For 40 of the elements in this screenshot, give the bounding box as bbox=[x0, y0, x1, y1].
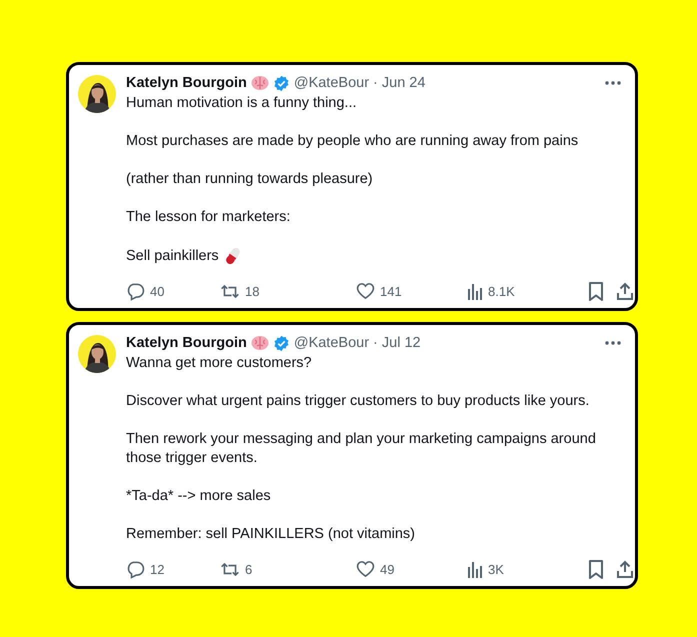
author-name[interactable]: Katelyn Bourgoin bbox=[126, 335, 247, 351]
tweet-text: Discover what urgent pains trigger customers to buy products like yours. bbox=[126, 392, 590, 411]
heart-icon[interactable] bbox=[356, 560, 375, 578]
tweet-text: (rather than running towards pleasure) bbox=[126, 170, 373, 189]
bar-chart-icon[interactable] bbox=[467, 282, 483, 300]
tweet-text: Human motivation is a funny thing... bbox=[126, 94, 357, 113]
separator: · bbox=[373, 75, 378, 91]
view-count: 8.1K bbox=[488, 284, 515, 298]
reply-icon[interactable] bbox=[126, 282, 145, 300]
tweet-text: Wanna get more customers? bbox=[126, 354, 312, 373]
repost-count: 6 bbox=[245, 562, 252, 576]
share-icon[interactable] bbox=[616, 560, 634, 578]
bar-chart-icon[interactable] bbox=[467, 560, 483, 578]
view-count: 3K bbox=[488, 562, 504, 576]
author-handle[interactable]: @KateBour bbox=[294, 75, 370, 91]
author-handle[interactable]: @KateBour bbox=[294, 335, 370, 351]
share-icon[interactable] bbox=[616, 282, 634, 300]
reply-count: 12 bbox=[150, 562, 164, 576]
repost-count: 18 bbox=[245, 284, 260, 298]
tweet-date[interactable]: Jun 24 bbox=[382, 75, 426, 91]
bookmark-icon[interactable] bbox=[588, 282, 604, 300]
reply-icon[interactable] bbox=[126, 560, 145, 578]
brain-icon bbox=[250, 335, 269, 351]
reply-count: 40 bbox=[150, 284, 164, 298]
like-count: 141 bbox=[380, 284, 402, 298]
more-options-icon[interactable] bbox=[605, 341, 621, 345]
tweet-text: Most purchases are made by people who are running away from pains bbox=[126, 132, 578, 151]
tweet-text: Then rework your messaging and plan your marketing campaigns around those trigger events. bbox=[126, 430, 597, 468]
tweet-text: The lesson for marketers: bbox=[126, 208, 290, 227]
tweet-text: Remember: sell PAINKILLERS (not vitamins) bbox=[126, 525, 416, 544]
author-name[interactable]: Katelyn Bourgoin bbox=[126, 75, 247, 91]
tweet-text: Sell painkillers bbox=[126, 246, 219, 266]
tweet-text: *Ta-da* --> more sales bbox=[126, 487, 271, 506]
heart-icon[interactable] bbox=[356, 282, 375, 300]
separator: · bbox=[373, 335, 378, 351]
more-options-icon[interactable] bbox=[605, 81, 621, 85]
like-count: 49 bbox=[380, 562, 394, 576]
brain-icon bbox=[250, 75, 269, 91]
tweet-date[interactable]: Jul 12 bbox=[382, 335, 421, 351]
bookmark-icon[interactable] bbox=[588, 560, 604, 578]
